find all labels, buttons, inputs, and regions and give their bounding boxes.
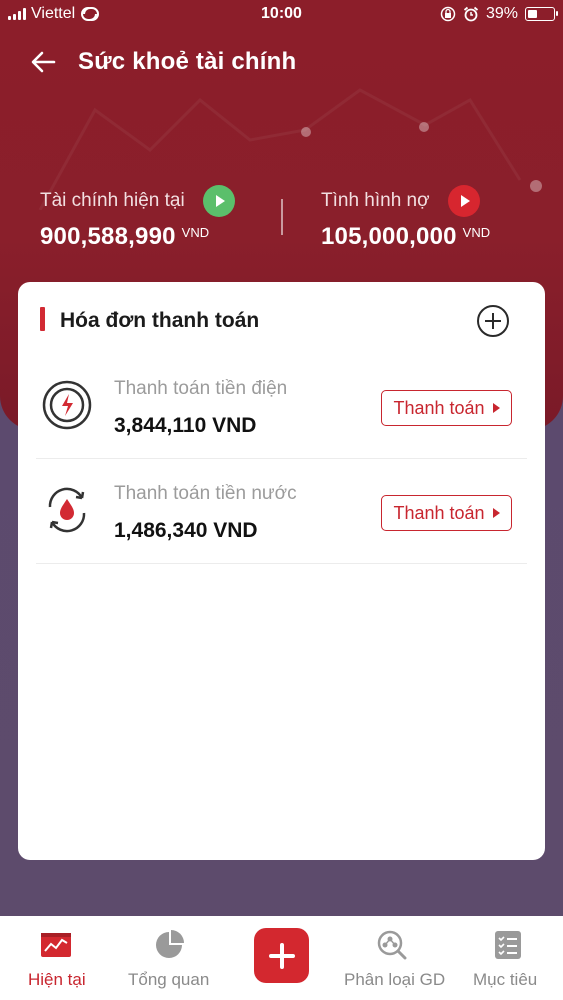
pay-button-label: Thanh toán xyxy=(393,397,485,418)
chart-trend-icon xyxy=(41,933,71,957)
alarm-icon xyxy=(463,6,479,22)
app-screen: Viettel 10:00 39% Sức khoẻ tài chính Tài… xyxy=(0,0,563,1000)
current-finance-value: 900,588,990 xyxy=(40,223,176,250)
tab-hien-tai[interactable]: Hiện tại xyxy=(0,916,112,1000)
debt-status-value: 105,000,000 xyxy=(321,223,457,250)
current-finance-label: Tài chính hiện tại xyxy=(40,190,185,211)
wave-dot xyxy=(301,127,311,137)
pay-electricity-button[interactable]: Thanh toán xyxy=(381,390,512,426)
bill-amount: 1,486,340 VND xyxy=(114,519,258,542)
list-item[interactable]: Thanh toán tiền nước 1,486,340 VND Thanh… xyxy=(36,459,527,564)
debt-status: Tình hình nợ 105,000,000 VND xyxy=(321,185,490,251)
current-finance: Tài chính hiện tại 900,588,990 VND xyxy=(40,185,235,251)
tab-label: Phân loại GD xyxy=(344,970,446,989)
pay-button-label: Thanh toán xyxy=(393,502,485,523)
page-title: Sức khoẻ tài chính xyxy=(78,48,297,75)
finance-summary: Tài chính hiện tại 900,588,990 VND Tình … xyxy=(0,185,563,255)
add-transaction-button[interactable] xyxy=(254,928,309,983)
caret-right-icon xyxy=(492,508,500,518)
pay-water-button[interactable]: Thanh toán xyxy=(381,495,512,531)
summary-divider xyxy=(281,199,283,235)
checklist-icon xyxy=(495,931,521,959)
tab-tong-quan[interactable]: Tổng quan xyxy=(120,916,220,1000)
bill-amount: 3,844,110 VND xyxy=(114,414,257,437)
tab-label: Mục tiêu xyxy=(473,970,538,989)
caret-right-icon xyxy=(492,403,500,413)
rotation-lock-icon xyxy=(440,6,456,22)
app-header: Sức khoẻ tài chính xyxy=(0,40,563,84)
bills-card: Hóa đơn thanh toán Thanh toán tiền điện … xyxy=(18,282,545,860)
status-bar: Viettel 10:00 39% xyxy=(0,0,563,30)
category-search-icon xyxy=(377,930,407,960)
section-accent-bar xyxy=(40,307,45,331)
arrow-left-icon[interactable] xyxy=(28,46,60,78)
bill-name: Thanh toán tiền điện xyxy=(114,378,288,399)
plus-circle-icon[interactable] xyxy=(476,304,510,338)
electricity-icon xyxy=(42,380,92,430)
tab-label: Tổng quan xyxy=(128,970,210,989)
debt-status-label: Tình hình nợ xyxy=(321,190,430,211)
bill-name: Thanh toán tiền nước xyxy=(114,483,297,504)
water-icon xyxy=(48,487,86,533)
tab-label: Hiện tại xyxy=(28,970,86,989)
current-finance-play-icon[interactable] xyxy=(202,185,235,217)
debt-status-play-icon[interactable] xyxy=(447,185,480,217)
wave-dot xyxy=(419,122,429,132)
battery-icon xyxy=(525,7,558,21)
pie-chart-icon xyxy=(156,930,184,958)
bills-card-title: Hóa đơn thanh toán xyxy=(60,309,260,332)
tab-phan-loai-gd[interactable]: Phân loại GD xyxy=(338,916,448,1000)
plus-icon xyxy=(268,942,295,969)
debt-status-unit: VND xyxy=(462,225,491,240)
list-item[interactable]: Thanh toán tiền điện 3,844,110 VND Thanh… xyxy=(36,354,527,459)
bottom-tab-bar: Hiện tại Tổng quan Phân loại GD Mục tiêu xyxy=(0,916,563,1000)
tab-muc-tieu[interactable]: Mục tiêu xyxy=(460,916,563,1000)
current-finance-unit: VND xyxy=(181,225,210,240)
battery-percent: 39% xyxy=(485,5,518,22)
